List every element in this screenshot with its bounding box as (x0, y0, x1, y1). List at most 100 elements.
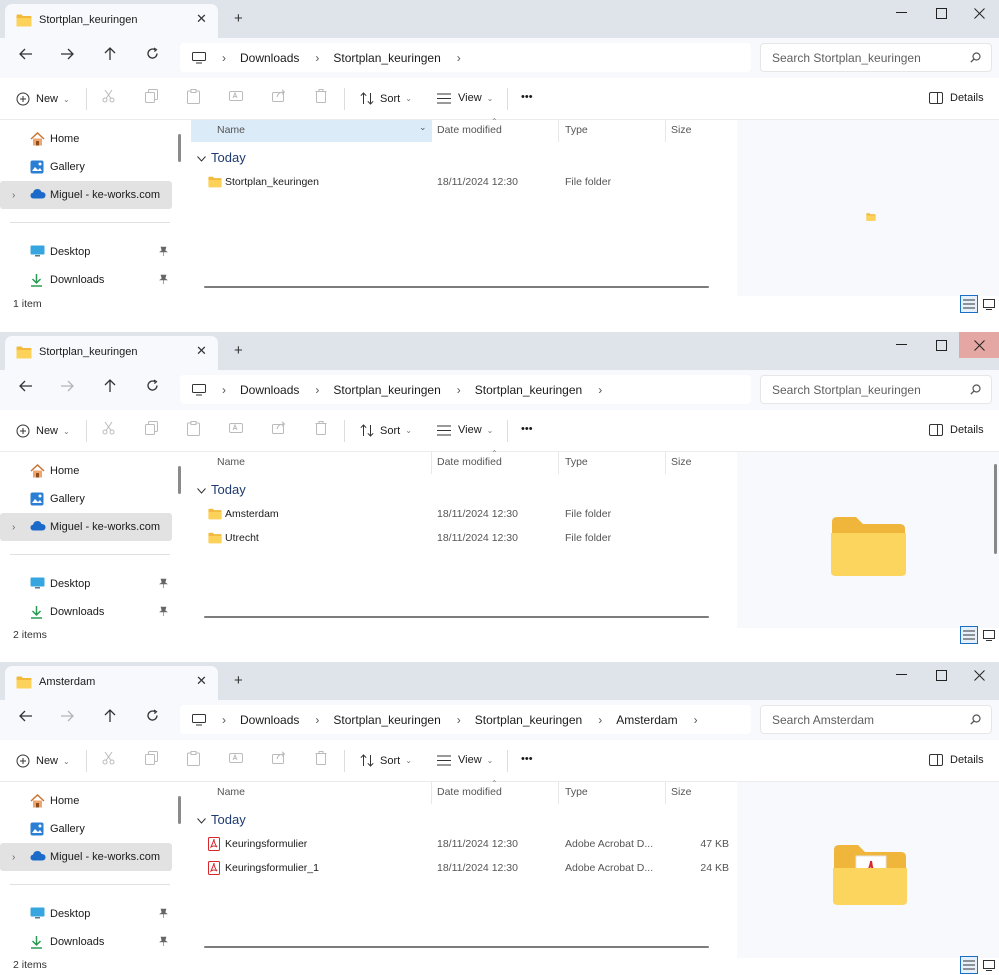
sidebar-item-gallery[interactable]: Gallery (0, 485, 172, 513)
column-divider[interactable] (665, 782, 666, 804)
breadcrumb-item[interactable]: Stortplan_keuringen (475, 383, 582, 397)
tab-close-icon[interactable]: ✕ (196, 11, 207, 27)
breadcrumb-item[interactable]: Stortplan_keuringen (475, 713, 582, 727)
pin-icon[interactable] (159, 274, 168, 287)
column-header-name[interactable]: Name (217, 786, 245, 798)
rename-icon[interactable] (229, 89, 243, 106)
sidebar-item-home[interactable]: Home (0, 787, 172, 815)
maximize-icon[interactable] (918, 662, 964, 688)
up-arrow-icon[interactable] (99, 379, 121, 399)
sidebar-item-desktop[interactable]: Desktop (0, 900, 172, 928)
close-window-icon[interactable] (959, 332, 999, 358)
column-header-name[interactable]: Name (217, 124, 245, 136)
group-header[interactable]: Today (197, 482, 246, 497)
sidebar-item-home[interactable]: Home (0, 125, 172, 153)
refresh-icon[interactable] (141, 379, 163, 399)
sidebar-scrollbar[interactable] (178, 466, 181, 494)
table-row[interactable]: Stortplan_keuringen 18/11/2024 12:30 File … (191, 171, 735, 195)
sidebar-item-downloads[interactable]: Downloads (0, 266, 172, 294)
column-header-size[interactable]: Size (671, 456, 691, 468)
chevron-right-icon[interactable]: › (222, 51, 226, 65)
table-row[interactable]: Utrecht 18/11/2024 12:30 File folder (191, 527, 735, 551)
tiles-view-icon[interactable] (980, 295, 998, 313)
horizontal-scrollbar[interactable] (204, 616, 709, 618)
column-header-size[interactable]: Size (671, 124, 691, 136)
sidebar-scrollbar[interactable] (178, 134, 181, 162)
breadcrumb-item[interactable]: Stortplan_keuringen (333, 713, 440, 727)
table-row[interactable]: Keuringsformulier_1 18/11/2024 12:30 Adobe… (191, 857, 735, 881)
paste-icon[interactable] (187, 89, 200, 107)
close-window-icon[interactable] (959, 662, 999, 688)
share-icon[interactable] (272, 421, 286, 437)
pin-icon[interactable] (159, 246, 168, 259)
sidebar-item-miguel[interactable]: › Miguel - ke-works.com (0, 181, 172, 209)
pin-icon[interactable] (159, 606, 168, 619)
tab-close-icon[interactable]: ✕ (196, 673, 207, 689)
search-input[interactable]: Search Stortplan_keuringen (760, 375, 992, 404)
chevron-right-icon[interactable]: › (694, 713, 698, 727)
forward-arrow-icon[interactable] (56, 47, 78, 67)
sidebar-item-gallery[interactable]: Gallery (0, 153, 172, 181)
delete-icon[interactable] (315, 751, 327, 768)
chevron-right-icon[interactable]: › (12, 852, 15, 863)
new-tab-icon[interactable]: + (234, 10, 243, 27)
cut-icon[interactable] (102, 421, 115, 438)
details-button[interactable]: Details (929, 424, 984, 436)
chevron-right-icon[interactable]: › (12, 190, 15, 201)
pin-icon[interactable] (159, 936, 168, 949)
details-view-icon[interactable] (960, 956, 978, 974)
share-icon[interactable] (272, 89, 286, 105)
column-header-name[interactable]: Name (217, 456, 245, 468)
back-arrow-icon[interactable] (15, 47, 37, 67)
tab-close-icon[interactable]: ✕ (196, 343, 207, 359)
refresh-icon[interactable] (141, 709, 163, 729)
tab[interactable]: Amsterdam ✕ (5, 666, 218, 700)
close-window-icon[interactable] (959, 0, 999, 26)
group-header[interactable]: Today (197, 150, 246, 165)
sidebar-item-desktop[interactable]: Desktop (0, 570, 172, 598)
column-divider[interactable] (665, 120, 666, 142)
back-arrow-icon[interactable] (15, 379, 37, 399)
breadcrumb-item[interactable]: Stortplan_keuringen (333, 51, 440, 65)
horizontal-scrollbar[interactable] (204, 946, 709, 948)
new-tab-icon[interactable]: + (234, 672, 243, 689)
more-options-button[interactable]: ••• (521, 753, 533, 765)
new-button[interactable]: New ⌄ (16, 92, 70, 106)
more-options-button[interactable]: ••• (521, 423, 533, 435)
tiles-view-icon[interactable] (980, 956, 998, 974)
details-view-icon[interactable] (960, 295, 978, 313)
copy-icon[interactable] (145, 751, 158, 768)
sidebar-item-miguel[interactable]: › Miguel - ke-works.com (0, 843, 172, 871)
breadcrumb-item[interactable]: Downloads (240, 51, 299, 65)
preview-scrollbar[interactable] (994, 464, 997, 554)
chevron-right-icon[interactable]: › (457, 383, 461, 397)
horizontal-scrollbar[interactable] (204, 286, 709, 288)
up-arrow-icon[interactable] (99, 47, 121, 67)
table-row[interactable]: Keuringsformulier 18/11/2024 12:30 Adobe A… (191, 833, 735, 857)
breadcrumb-item[interactable]: Stortplan_keuringen (333, 383, 440, 397)
sidebar-item-desktop[interactable]: Desktop (0, 238, 172, 266)
column-divider[interactable] (431, 782, 432, 804)
new-button[interactable]: New ⌄ (16, 754, 70, 768)
search-input[interactable]: Search Stortplan_keuringen (760, 43, 992, 72)
view-button[interactable]: View ⌄ (437, 424, 493, 436)
tab[interactable]: Stortplan_keuringen ✕ (5, 4, 218, 38)
pin-icon[interactable] (159, 908, 168, 921)
cut-icon[interactable] (102, 751, 115, 768)
copy-icon[interactable] (145, 89, 158, 106)
sort-button[interactable]: Sort ⌄ (360, 424, 412, 437)
breadcrumb[interactable]: › Downloads › Stortplan_keuringen › Stortplan… (180, 705, 751, 734)
chevron-down-icon[interactable]: ⌄ (419, 122, 427, 133)
chevron-right-icon[interactable]: › (315, 713, 319, 727)
more-options-button[interactable]: ••• (521, 91, 533, 103)
column-divider[interactable] (665, 452, 666, 474)
chevron-right-icon[interactable]: › (12, 522, 15, 533)
column-divider[interactable] (558, 120, 559, 142)
maximize-icon[interactable] (918, 332, 964, 358)
sidebar-item-home[interactable]: Home (0, 457, 172, 485)
column-divider[interactable] (558, 452, 559, 474)
breadcrumb[interactable]: › Downloads › Stortplan_keuringen › Stortplan… (180, 375, 751, 404)
new-tab-icon[interactable]: + (234, 342, 243, 359)
rename-icon[interactable] (229, 751, 243, 768)
column-divider[interactable] (431, 120, 432, 142)
